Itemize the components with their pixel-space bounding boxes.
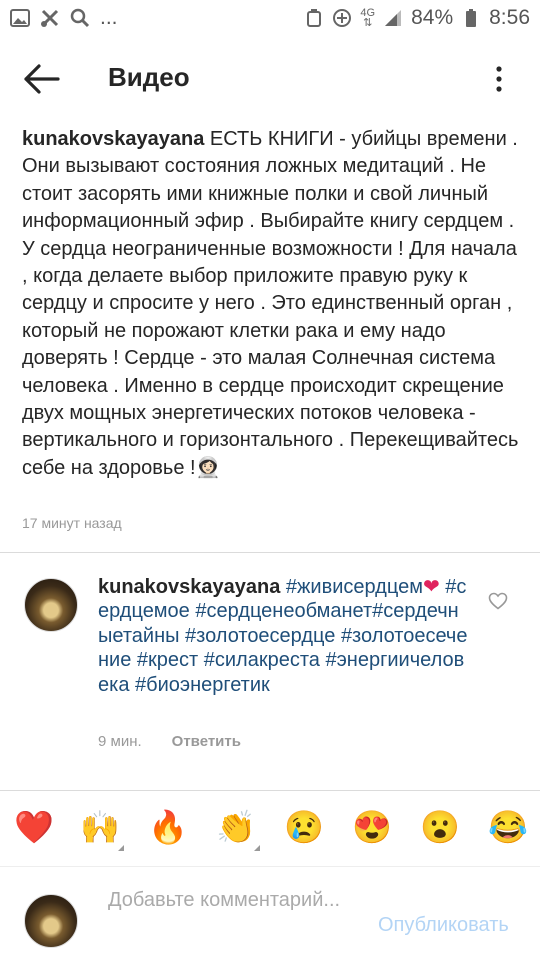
comment-username[interactable]: kunakovskayayana [98, 576, 280, 598]
status-ellipsis: ... [100, 6, 118, 29]
caption-text: ЕСТЬ КНИГИ - убийцы времени . Они вызыва… [22, 128, 519, 479]
alarm-icon [304, 8, 324, 28]
astronaut-emoji: 👩🏻‍🚀 [195, 456, 221, 479]
publish-button[interactable]: Опубликовать [378, 914, 509, 937]
hashtag[interactable]: #сердценеобманет [195, 600, 372, 622]
divider [0, 790, 540, 791]
battery-icon [461, 8, 481, 28]
post-caption: kunakovskayayana ЕСТЬ КНИГИ - убийцы вре… [22, 126, 522, 482]
comment-time: 9 мин. [98, 733, 142, 750]
gallery-icon [10, 8, 30, 28]
network-type: 4G ⇅ [360, 7, 376, 29]
comment-meta: 9 мин. Ответить [98, 733, 241, 750]
laughing-emoji-button[interactable]: 😂 [486, 805, 530, 849]
status-bar: ... 4G ⇅ 84% 8:56 [0, 0, 540, 36]
hashtag[interactable]: #биоэнергетик [135, 674, 270, 696]
divider [0, 866, 540, 867]
caption-username[interactable]: kunakovskayayana [22, 128, 204, 150]
hashtag[interactable]: #золотоесердце [185, 625, 335, 647]
hashtag[interactable]: #живисердцем [286, 576, 423, 598]
heart-emoji-button[interactable]: ❤️ [12, 805, 56, 849]
emoji-quick-bar: ❤️ 🙌 🔥 👏 😢 😍 😮 😂 [0, 805, 540, 855]
clock: 8:56 [489, 6, 530, 29]
comment-input[interactable]: Добавьте комментарий... [108, 888, 358, 912]
app-header: Видео [0, 36, 540, 122]
divider [0, 552, 540, 553]
tools-icon [40, 8, 60, 28]
back-arrow-icon[interactable] [22, 62, 62, 96]
more-options-icon[interactable] [492, 64, 506, 94]
caption-timestamp: 17 минут назад [22, 515, 122, 531]
data-saver-icon [332, 8, 352, 28]
page-title: Видео [108, 62, 190, 92]
commenter-avatar[interactable] [24, 578, 78, 632]
like-heart-icon[interactable] [488, 592, 508, 610]
raised-hands-emoji-button[interactable]: 🙌 [78, 805, 124, 851]
clipped-text-remnant [20, 112, 220, 120]
heart-emoji: ❤ [422, 576, 440, 598]
hashtag[interactable]: #силакреста [204, 649, 320, 671]
user-avatar [24, 894, 78, 948]
surprised-emoji-button[interactable]: 😮 [418, 805, 462, 849]
signal-icon [383, 8, 403, 28]
search-icon [70, 8, 90, 28]
crying-emoji-button[interactable]: 😢 [282, 805, 326, 849]
reply-button[interactable]: Ответить [172, 733, 241, 750]
heart-eyes-emoji-button[interactable]: 😍 [350, 805, 394, 849]
fire-emoji-button[interactable]: 🔥 [146, 805, 190, 849]
battery-level: 84% [411, 6, 454, 29]
hashtag[interactable]: #крест [137, 649, 198, 671]
clap-emoji-button[interactable]: 👏 [214, 805, 260, 851]
comment-body: kunakovskayayana #живисердцем❤ #сердцемо… [98, 575, 468, 697]
